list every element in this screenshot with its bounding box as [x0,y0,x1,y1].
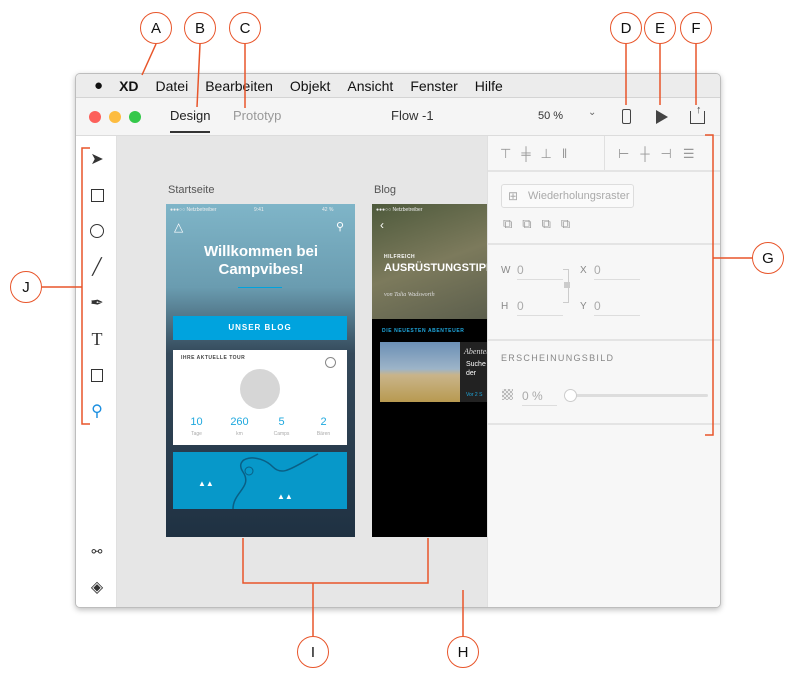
callout-f: F [680,12,712,44]
callout-g: G [752,242,784,274]
callout-j: J [10,271,42,303]
callout-d: D [610,12,642,44]
callout-i: I [297,636,329,668]
callout-e: E [644,12,676,44]
callout-c: C [229,12,261,44]
callout-h: H [447,636,479,668]
callout-lines [42,43,752,636]
callout-b: B [184,12,216,44]
callout-a: A [140,12,172,44]
